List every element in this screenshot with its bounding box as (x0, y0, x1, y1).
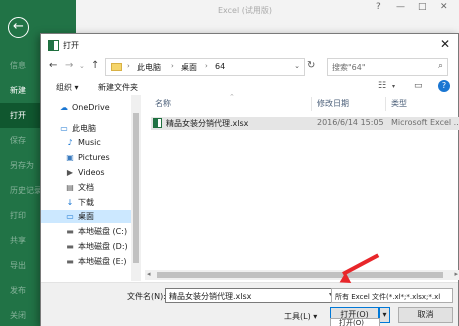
cloud-icon: ☁ (60, 103, 68, 112)
filename-value: 精品女装分销代理.xlsx (169, 292, 252, 301)
column-divider[interactable] (311, 97, 312, 111)
dialog-title: 打开 (63, 41, 79, 50)
forward-icon[interactable]: → (65, 60, 73, 71)
tree-item-desktop[interactable]: ▭ 桌面 (41, 210, 131, 223)
organize-button[interactable]: 组织 ▾ (56, 82, 79, 93)
tree-item-downloads[interactable]: ↓ 下载 (65, 196, 94, 209)
scroll-right-icon[interactable]: ▸ (454, 270, 458, 278)
file-name: 精品女装分销代理.xlsx (166, 119, 249, 128)
tree-item-onedrive[interactable]: ☁ OneDrive (59, 101, 110, 114)
excel-icon (48, 40, 59, 51)
view-dropdown-icon[interactable]: ▾ (392, 83, 395, 90)
horizontal-scrollbar[interactable]: ◂ ▸ (145, 270, 459, 280)
breadcrumb-desktop[interactable]: 桌面 (181, 62, 197, 73)
column-header-date[interactable]: 修改日期 (317, 97, 349, 111)
tree-item-label: 此电脑 (72, 124, 96, 133)
tree-item-label: OneDrive (72, 103, 110, 112)
tree-item-drive-c[interactable]: ▬ 本地磁盘 (C:) (65, 225, 127, 238)
scrollbar-thumb[interactable] (157, 272, 443, 278)
breadcrumb-separator-icon: › (205, 62, 208, 70)
navigation-bar: ← → ⌄ ↑ › 此电脑 › 桌面 › 64 ⌄ ↻ 搜索"64" ⌕ (41, 58, 458, 76)
address-dropdown-icon[interactable]: ⌄ (294, 62, 300, 70)
videos-icon: ▶ (66, 168, 74, 177)
minimize-icon[interactable]: — (396, 2, 405, 12)
breadcrumb-this-pc[interactable]: 此电脑 (137, 62, 161, 73)
tree-item-label: 本地磁盘 (D:) (78, 242, 128, 251)
help-icon[interactable]: ? (376, 2, 381, 12)
documents-icon: ▤ (66, 183, 74, 192)
cancel-button[interactable]: 取消 (398, 307, 453, 323)
window-title: Excel (试用版) (218, 6, 272, 15)
filename-input[interactable]: 精品女装分销代理.xlsx ▾ (165, 288, 336, 303)
desktop-icon: ▭ (66, 212, 74, 221)
maximize-icon[interactable]: □ (418, 2, 427, 12)
file-date: 2016/6/14 15:05 (317, 118, 384, 127)
file-type: Microsoft Excel ... (391, 118, 459, 127)
up-icon[interactable]: ↑ (91, 60, 99, 71)
view-options-icon[interactable]: ☷ (378, 81, 386, 91)
search-input[interactable]: 搜索"64" ⌕ (327, 58, 448, 76)
drive-icon: ▬ (66, 257, 74, 266)
tools-button[interactable]: 工具(L) ▾ (284, 311, 317, 322)
excel-file-icon (153, 118, 162, 128)
filetype-select[interactable]: 所有 Excel 文件(*.xl*;*.xlsx;*.xl (331, 288, 453, 303)
back-arrow-icon[interactable]: ← (8, 17, 29, 38)
tree-item-label: Videos (78, 168, 105, 177)
music-icon: ♪ (67, 138, 73, 147)
dialog-footer: 文件名(N): 精品女装分销代理.xlsx ▾ 所有 Excel 文件(*.xl… (41, 282, 458, 326)
tree-item-videos[interactable]: ▶ Videos (65, 166, 105, 179)
breadcrumb-folder-64[interactable]: 64 (215, 62, 225, 71)
open-dropdown-button[interactable]: ▾ (379, 307, 390, 323)
drive-icon: ▬ (66, 242, 74, 251)
navigation-pane: ☁ OneDrive ▭ 此电脑 ♪ Music ▣ Pictures ▶ Videos … (41, 95, 131, 281)
search-placeholder: 搜索"64" (332, 63, 366, 72)
preview-pane-icon[interactable]: ▭ (414, 81, 423, 91)
breadcrumb-separator-icon: › (127, 62, 130, 70)
command-bar: 组织 ▾ 新建文件夹 ☷ ▾ ▭ ? (41, 79, 458, 95)
scroll-left-icon[interactable]: ◂ (147, 270, 151, 278)
navigation-scrollbar[interactable] (131, 95, 141, 281)
computer-icon: ▭ (60, 124, 68, 133)
new-folder-button[interactable]: 新建文件夹 (98, 82, 138, 93)
scrollbar-thumb[interactable] (133, 113, 139, 263)
tree-item-label: Pictures (78, 153, 110, 162)
pictures-icon: ▣ (66, 153, 74, 162)
folder-icon (111, 63, 122, 71)
open-file-dialog: 打开 ✕ ← → ⌄ ↑ › 此电脑 › 桌面 › 64 ⌄ ↻ 搜索"64" … (40, 33, 459, 326)
refresh-icon[interactable]: ↻ (307, 60, 315, 71)
tree-item-label: 文档 (78, 183, 94, 192)
dialog-titlebar: 打开 ✕ (41, 34, 458, 57)
tree-item-drive-d[interactable]: ▬ 本地磁盘 (D:) (65, 240, 128, 253)
tree-item-label: 本地磁盘 (E:) (78, 257, 127, 266)
tree-item-pictures[interactable]: ▣ Pictures (65, 151, 110, 164)
tree-item-drive-e[interactable]: ▬ 本地磁盘 (E:) (65, 255, 127, 268)
tree-item-documents[interactable]: ▤ 文档 (65, 181, 94, 194)
file-row[interactable]: 精品女装分销代理.xlsx 2016/6/14 15:05 Microsoft … (151, 117, 459, 130)
search-icon: ⌕ (437, 61, 443, 71)
tree-item-label: Music (78, 138, 101, 147)
tree-item-label: 下载 (78, 198, 94, 207)
filename-label: 文件名(N): (127, 292, 166, 301)
drive-icon: ▬ (66, 227, 74, 236)
filetype-value: 所有 Excel 文件(*.xl*;*.xlsx;*.xl (335, 293, 441, 301)
sort-ascending-icon: ⌃ (229, 93, 235, 101)
back-icon[interactable]: ← (49, 60, 57, 71)
address-bar[interactable]: › 此电脑 › 桌面 › 64 ⌄ (105, 58, 305, 76)
tree-item-label: 本地磁盘 (C:) (78, 227, 128, 236)
window-close-icon[interactable]: ✕ (440, 2, 448, 12)
column-header-type[interactable]: 类型 (391, 97, 407, 111)
dialog-close-icon[interactable]: ✕ (440, 37, 450, 51)
column-header-name[interactable]: 名称 (155, 97, 171, 111)
tree-item-this-pc[interactable]: ▭ 此电脑 (59, 122, 96, 135)
file-list: ⌃ 名称 修改日期 类型 精品女装分销代理.xlsx 2016/6/14 15:… (145, 93, 459, 281)
breadcrumb-separator-icon: › (171, 62, 174, 70)
tree-item-music[interactable]: ♪ Music (65, 136, 101, 149)
dialog-help-icon[interactable]: ? (438, 80, 450, 92)
recent-dropdown-icon[interactable]: ⌄ (79, 62, 85, 70)
tree-item-label: 桌面 (78, 212, 94, 221)
column-divider[interactable] (385, 97, 386, 111)
chevron-down-icon: ▾ (382, 310, 387, 319)
download-icon: ↓ (66, 198, 74, 207)
open-menu-item[interactable]: 打开(O) (330, 318, 380, 326)
